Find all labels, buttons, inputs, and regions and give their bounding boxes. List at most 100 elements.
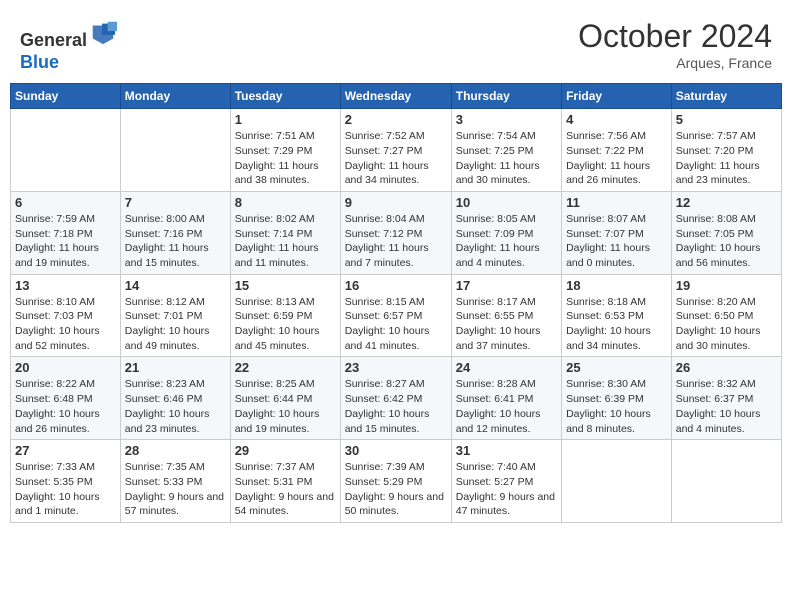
weekday-header: Saturday <box>671 84 781 109</box>
day-info: Sunrise: 8:07 AMSunset: 7:07 PMDaylight:… <box>566 212 667 271</box>
day-number: 13 <box>15 278 116 293</box>
calendar-cell <box>562 440 672 523</box>
weekday-header: Monday <box>120 84 230 109</box>
calendar-cell: 5Sunrise: 7:57 AMSunset: 7:20 PMDaylight… <box>671 109 781 192</box>
calendar-cell: 15 Sunrise: 8:13 AMSunset: 6:59 PMDayligh… <box>230 274 340 357</box>
calendar-cell: 1 Sunrise: 7:51 AMSunset: 7:29 PMDaylight… <box>230 109 340 192</box>
day-info: Sunrise: 8:13 AMSunset: 6:59 PMDaylight:… <box>235 295 336 354</box>
day-number: 6 <box>15 195 116 210</box>
day-info: Sunrise: 7:56 AMSunset: 7:22 PMDaylight:… <box>566 129 667 188</box>
calendar-week-row: 6 Sunrise: 7:59 AMSunset: 7:18 PMDaylight… <box>11 191 782 274</box>
day-info: Sunrise: 8:20 AMSunset: 6:50 PMDaylight:… <box>676 295 777 354</box>
day-number: 21 <box>125 360 226 375</box>
day-info: Sunrise: 7:57 AMSunset: 7:20 PMDaylight:… <box>676 129 777 188</box>
day-info: Sunrise: 8:02 AMSunset: 7:14 PMDaylight:… <box>235 212 336 271</box>
calendar-cell: 6 Sunrise: 7:59 AMSunset: 7:18 PMDaylight… <box>11 191 121 274</box>
calendar-cell: 16 Sunrise: 8:15 AMSunset: 6:57 PMDayligh… <box>340 274 451 357</box>
day-info: Sunrise: 8:12 AMSunset: 7:01 PMDaylight:… <box>125 295 226 354</box>
page-header: General Blue October 2024 Arques, France <box>10 10 782 77</box>
calendar-cell: 22Sunrise: 8:25 AMSunset: 6:44 PMDayligh… <box>230 357 340 440</box>
calendar-cell: 10Sunrise: 8:05 AMSunset: 7:09 PMDayligh… <box>451 191 561 274</box>
day-number: 28 <box>125 443 226 458</box>
day-info: Sunrise: 7:39 AMSunset: 5:29 PMDaylight:… <box>345 460 447 519</box>
day-number: 1 <box>235 112 336 127</box>
calendar-cell: 28 Sunrise: 7:35 AMSunset: 5:33 PMDayligh… <box>120 440 230 523</box>
calendar-cell: 18 Sunrise: 8:18 AMSunset: 6:53 PMDayligh… <box>562 274 672 357</box>
month-title: October 2024 <box>578 18 772 55</box>
day-number: 11 <box>566 195 667 210</box>
day-number: 10 <box>456 195 557 210</box>
calendar-cell: 24 Sunrise: 8:28 AMSunset: 6:41 PMDayligh… <box>451 357 561 440</box>
day-info: Sunrise: 8:10 AMSunset: 7:03 PMDaylight:… <box>15 295 116 354</box>
day-number: 9 <box>345 195 447 210</box>
day-info: Sunrise: 7:35 AMSunset: 5:33 PMDaylight:… <box>125 460 226 519</box>
day-info: Sunrise: 8:22 AMSunset: 6:48 PMDaylight:… <box>15 377 116 436</box>
calendar-cell <box>11 109 121 192</box>
day-number: 4 <box>566 112 667 127</box>
day-info: Sunrise: 7:54 AMSunset: 7:25 PMDaylight:… <box>456 129 557 188</box>
calendar-cell: 21 Sunrise: 8:23 AMSunset: 6:46 PMDayligh… <box>120 357 230 440</box>
day-number: 23 <box>345 360 447 375</box>
day-number: 17 <box>456 278 557 293</box>
calendar-cell: 12 Sunrise: 8:08 AMSunset: 7:05 PMDayligh… <box>671 191 781 274</box>
logo: General Blue <box>20 18 117 73</box>
day-info: Sunrise: 8:32 AMSunset: 6:37 PMDaylight:… <box>676 377 777 436</box>
weekday-header: Friday <box>562 84 672 109</box>
day-info: Sunrise: 8:04 AMSunset: 7:12 PMDaylight:… <box>345 212 447 271</box>
calendar-week-row: 13 Sunrise: 8:10 AMSunset: 7:03 PMDayligh… <box>11 274 782 357</box>
calendar-week-row: 1 Sunrise: 7:51 AMSunset: 7:29 PMDaylight… <box>11 109 782 192</box>
day-info: Sunrise: 7:59 AMSunset: 7:18 PMDaylight:… <box>15 212 116 271</box>
calendar-cell: 30 Sunrise: 7:39 AMSunset: 5:29 PMDayligh… <box>340 440 451 523</box>
calendar-cell: 19 Sunrise: 8:20 AMSunset: 6:50 PMDayligh… <box>671 274 781 357</box>
calendar-cell: 7Sunrise: 8:00 AMSunset: 7:16 PMDaylight… <box>120 191 230 274</box>
day-info: Sunrise: 8:23 AMSunset: 6:46 PMDaylight:… <box>125 377 226 436</box>
calendar-cell: 31 Sunrise: 7:40 AMSunset: 5:27 PMDayligh… <box>451 440 561 523</box>
logo-general: General <box>20 30 87 50</box>
calendar-cell: 26 Sunrise: 8:32 AMSunset: 6:37 PMDayligh… <box>671 357 781 440</box>
day-number: 3 <box>456 112 557 127</box>
weekday-header: Tuesday <box>230 84 340 109</box>
day-info: Sunrise: 7:37 AMSunset: 5:31 PMDaylight:… <box>235 460 336 519</box>
calendar-cell: 20 Sunrise: 8:22 AMSunset: 6:48 PMDayligh… <box>11 357 121 440</box>
day-number: 29 <box>235 443 336 458</box>
day-number: 16 <box>345 278 447 293</box>
day-number: 12 <box>676 195 777 210</box>
day-info: Sunrise: 8:18 AMSunset: 6:53 PMDaylight:… <box>566 295 667 354</box>
day-info: Sunrise: 8:08 AMSunset: 7:05 PMDaylight:… <box>676 212 777 271</box>
day-number: 2 <box>345 112 447 127</box>
logo-blue: Blue <box>20 52 59 72</box>
day-number: 19 <box>676 278 777 293</box>
calendar-cell: 29 Sunrise: 7:37 AMSunset: 5:31 PMDayligh… <box>230 440 340 523</box>
day-number: 31 <box>456 443 557 458</box>
calendar-week-row: 27Sunrise: 7:33 AMSunset: 5:35 PMDayligh… <box>11 440 782 523</box>
weekday-header: Sunday <box>11 84 121 109</box>
day-number: 30 <box>345 443 447 458</box>
day-info: Sunrise: 7:51 AMSunset: 7:29 PMDaylight:… <box>235 129 336 188</box>
day-info: Sunrise: 7:40 AMSunset: 5:27 PMDaylight:… <box>456 460 557 519</box>
day-info: Sunrise: 8:28 AMSunset: 6:41 PMDaylight:… <box>456 377 557 436</box>
day-info: Sunrise: 8:25 AMSunset: 6:44 PMDaylight:… <box>235 377 336 436</box>
day-info: Sunrise: 8:00 AMSunset: 7:16 PMDaylight:… <box>125 212 226 271</box>
calendar-table: SundayMondayTuesdayWednesdayThursdayFrid… <box>10 83 782 523</box>
weekday-header-row: SundayMondayTuesdayWednesdayThursdayFrid… <box>11 84 782 109</box>
calendar-week-row: 20 Sunrise: 8:22 AMSunset: 6:48 PMDayligh… <box>11 357 782 440</box>
calendar-cell: 11 Sunrise: 8:07 AMSunset: 7:07 PMDayligh… <box>562 191 672 274</box>
day-number: 20 <box>15 360 116 375</box>
day-number: 18 <box>566 278 667 293</box>
calendar-cell: 9 Sunrise: 8:04 AMSunset: 7:12 PMDaylight… <box>340 191 451 274</box>
day-info: Sunrise: 8:15 AMSunset: 6:57 PMDaylight:… <box>345 295 447 354</box>
title-block: October 2024 Arques, France <box>578 18 772 71</box>
day-number: 26 <box>676 360 777 375</box>
weekday-header: Thursday <box>451 84 561 109</box>
calendar-cell: 3 Sunrise: 7:54 AMSunset: 7:25 PMDaylight… <box>451 109 561 192</box>
day-info: Sunrise: 7:52 AMSunset: 7:27 PMDaylight:… <box>345 129 447 188</box>
calendar-cell: 25Sunrise: 8:30 AMSunset: 6:39 PMDayligh… <box>562 357 672 440</box>
logo-icon <box>89 18 117 46</box>
day-info: Sunrise: 8:17 AMSunset: 6:55 PMDaylight:… <box>456 295 557 354</box>
calendar-cell: 27Sunrise: 7:33 AMSunset: 5:35 PMDayligh… <box>11 440 121 523</box>
location: Arques, France <box>578 55 772 71</box>
day-number: 27 <box>15 443 116 458</box>
day-number: 15 <box>235 278 336 293</box>
day-number: 24 <box>456 360 557 375</box>
day-number: 14 <box>125 278 226 293</box>
